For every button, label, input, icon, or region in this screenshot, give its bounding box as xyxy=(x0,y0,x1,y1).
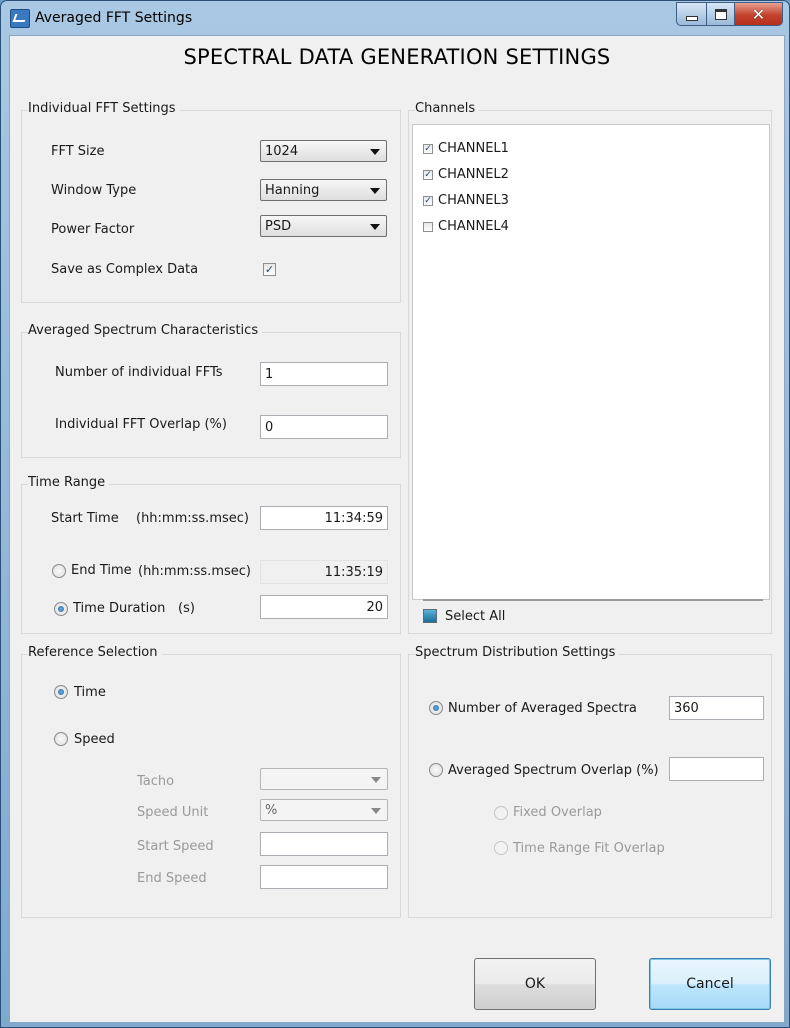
start-speed-label: Start Speed xyxy=(137,839,214,854)
spectrum-overlap-label: Averaged Spectrum Overlap (%) xyxy=(448,763,659,778)
distribution-group xyxy=(408,654,772,918)
maximize-button[interactable] xyxy=(707,2,735,26)
time-duration-radio[interactable] xyxy=(54,602,68,616)
select-all-label: Select All xyxy=(445,609,506,624)
dialog-client-area: SPECTRAL DATA GENERATION SETTINGS Indivi… xyxy=(9,35,785,1023)
window-type-value: Hanning xyxy=(265,183,320,198)
channel-checkbox[interactable] xyxy=(423,222,433,232)
spectrum-overlap-radio[interactable] xyxy=(429,763,443,777)
speed-unit-label: Speed Unit xyxy=(137,805,209,820)
ok-button[interactable]: OK xyxy=(474,958,596,1010)
num-spectra-input[interactable]: 360 xyxy=(669,696,764,720)
window-type-label: Window Type xyxy=(51,183,137,198)
power-factor-value: PSD xyxy=(265,219,292,234)
distribution-group-title: Spectrum Distribution Settings xyxy=(415,645,620,660)
chevron-down-icon xyxy=(370,224,380,230)
fit-overlap-label: Time Range Fit Overlap xyxy=(513,841,665,856)
time-range-group-title: Time Range xyxy=(28,475,110,490)
tacho-select[interactable] xyxy=(260,768,388,790)
start-time-unit: (hh:mm:ss.msec) xyxy=(136,511,249,526)
window-type-select[interactable]: Hanning xyxy=(260,179,387,201)
reference-time-radio[interactable] xyxy=(54,685,68,699)
fft-overlap-input[interactable]: 0 xyxy=(260,415,388,439)
speed-unit-value: % xyxy=(265,803,278,818)
channel-label: CHANNEL4 xyxy=(438,219,509,234)
end-time-unit: (hh:mm:ss.msec) xyxy=(138,564,251,579)
fixed-overlap-label: Fixed Overlap xyxy=(513,805,602,820)
channels-list[interactable]: ✓ CHANNEL1 ✓ CHANNEL2 ✓ CHANNEL3 CHANNEL… xyxy=(412,124,770,601)
close-icon: ✕ xyxy=(751,4,766,24)
dialog-window: Averaged FFT Settings ✕ SPECTRAL DATA GE… xyxy=(0,0,790,1028)
num-spectra-radio[interactable] xyxy=(429,701,443,715)
num-ffts-label: Number of individual FFTs xyxy=(55,365,223,380)
fft-size-value: 1024 xyxy=(265,144,299,159)
time-duration-input[interactable]: 20 xyxy=(260,595,388,619)
chevron-down-icon xyxy=(371,808,381,814)
fixed-overlap-radio[interactable] xyxy=(494,806,508,820)
chevron-down-icon xyxy=(370,188,380,194)
channels-list-scrollbar[interactable] xyxy=(423,599,763,601)
time-duration-unit: (s) xyxy=(178,601,195,616)
chevron-down-icon xyxy=(371,777,381,783)
end-time-radio[interactable] xyxy=(52,564,66,578)
minimize-button[interactable] xyxy=(676,2,707,26)
end-time-input[interactable]: 11:35:19 xyxy=(260,560,388,584)
channels-group-title: Channels xyxy=(415,101,480,116)
num-ffts-input[interactable]: 1 xyxy=(260,362,388,386)
channel-label: CHANNEL3 xyxy=(438,193,509,208)
reference-speed-label: Speed xyxy=(74,732,115,747)
reference-selection-group-title: Reference Selection xyxy=(28,645,162,660)
minimize-icon xyxy=(685,15,698,21)
start-speed-input[interactable] xyxy=(260,832,388,856)
window-controls: ✕ xyxy=(676,2,783,26)
num-spectra-label: Number of Averaged Spectra xyxy=(448,701,637,716)
maximize-icon xyxy=(714,8,727,20)
averaged-spectrum-group-title: Averaged Spectrum Characteristics xyxy=(28,323,263,338)
end-speed-input[interactable] xyxy=(260,865,388,889)
end-time-label: End Time xyxy=(71,563,132,578)
channel-label: CHANNEL1 xyxy=(438,141,509,156)
power-factor-select[interactable]: PSD xyxy=(260,215,387,237)
reference-time-label: Time xyxy=(74,685,106,700)
chevron-down-icon xyxy=(370,149,380,155)
cancel-button[interactable]: Cancel xyxy=(649,958,771,1010)
select-all-checkbox[interactable] xyxy=(423,609,437,623)
channel-label: CHANNEL2 xyxy=(438,167,509,182)
speed-unit-select[interactable]: % xyxy=(260,799,388,821)
save-complex-label: Save as Complex Data xyxy=(51,262,199,277)
dialog-heading: SPECTRAL DATA GENERATION SETTINGS xyxy=(183,45,611,69)
save-complex-checkbox[interactable]: ✓ xyxy=(263,263,276,276)
title-bar[interactable]: Averaged FFT Settings ✕ xyxy=(1,1,789,35)
app-icon xyxy=(10,9,30,28)
fft-size-select[interactable]: 1024 xyxy=(260,140,387,162)
reference-speed-radio[interactable] xyxy=(54,732,68,746)
end-speed-label: End Speed xyxy=(137,871,207,886)
spectrum-overlap-input[interactable] xyxy=(669,757,764,781)
start-time-label: Start Time xyxy=(51,511,119,526)
tacho-label: Tacho xyxy=(137,774,175,789)
individual-fft-group-title: Individual FFT Settings xyxy=(28,101,180,116)
fft-overlap-label: Individual FFT Overlap (%) xyxy=(55,417,227,432)
channel-checkbox[interactable]: ✓ xyxy=(423,144,433,154)
channel-checkbox[interactable]: ✓ xyxy=(423,196,433,206)
channel-checkbox[interactable]: ✓ xyxy=(423,170,433,180)
start-time-input[interactable]: 11:34:59 xyxy=(260,506,388,530)
fft-size-label: FFT Size xyxy=(51,144,105,159)
power-factor-label: Power Factor xyxy=(51,222,135,237)
close-button[interactable]: ✕ xyxy=(735,2,783,26)
time-duration-label: Time Duration xyxy=(73,601,166,616)
window-title: Averaged FFT Settings xyxy=(35,10,193,26)
fit-overlap-radio[interactable] xyxy=(494,841,508,855)
averaged-spectrum-group xyxy=(21,332,401,458)
